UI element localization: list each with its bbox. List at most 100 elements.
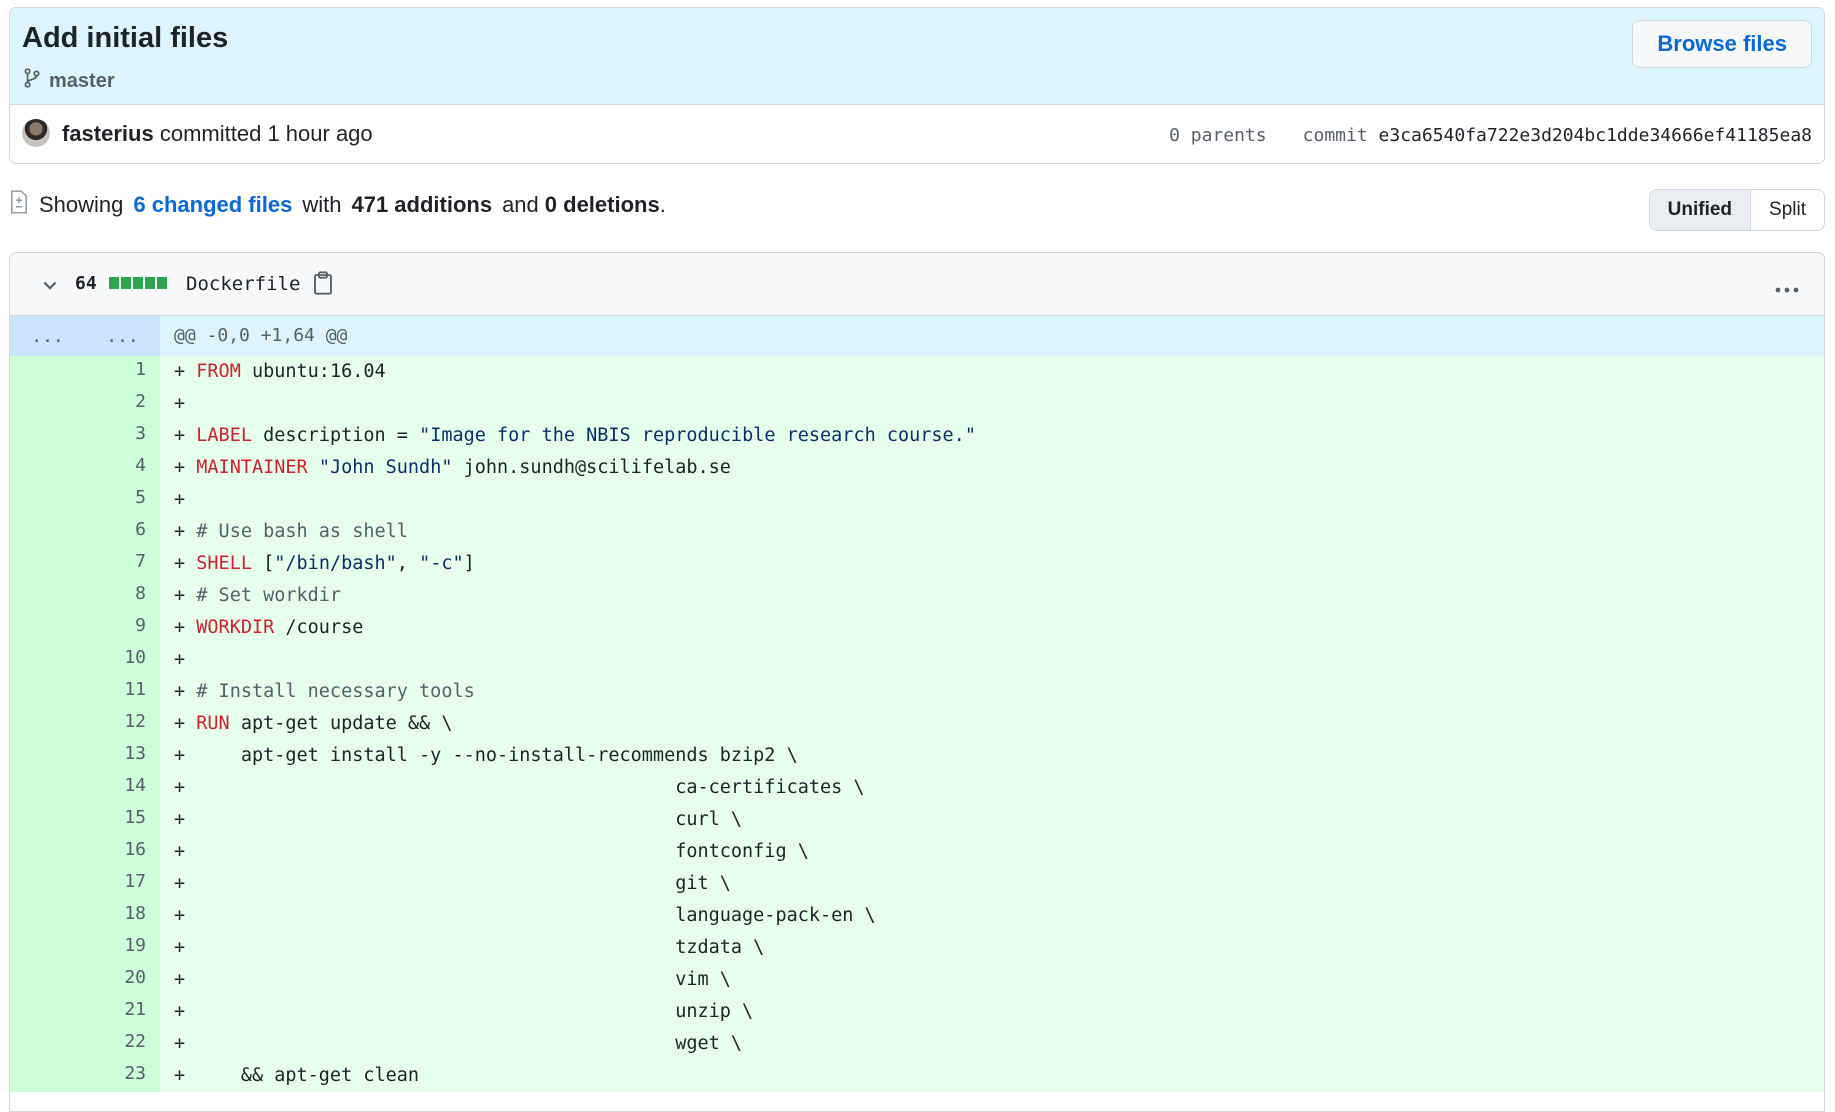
code-token: SHELL: [196, 553, 252, 574]
code-token: + wget \: [174, 1033, 743, 1054]
code-token: +: [174, 617, 197, 638]
new-line-number[interactable]: 4: [85, 452, 160, 484]
code-line: +: [160, 484, 1824, 516]
browse-files-button[interactable]: Browse files: [1632, 20, 1812, 68]
new-line-number[interactable]: 6: [85, 516, 160, 548]
new-line-number[interactable]: 23: [85, 1060, 160, 1092]
chevron-down-icon[interactable]: [40, 275, 60, 300]
summary-period: .: [659, 192, 666, 217]
old-line-number[interactable]: [10, 1060, 85, 1092]
new-line-number[interactable]: 9: [85, 612, 160, 644]
old-line-number[interactable]: [10, 356, 85, 388]
code-token: + language-pack-en \: [174, 905, 876, 926]
code-line: + curl \: [160, 804, 1824, 836]
new-line-number[interactable]: 18: [85, 900, 160, 932]
old-line-number[interactable]: [10, 516, 85, 548]
new-line-number[interactable]: 2: [85, 388, 160, 420]
old-line-number[interactable]: [10, 900, 85, 932]
new-line-number[interactable]: 14: [85, 772, 160, 804]
new-line-number[interactable]: 7: [85, 548, 160, 580]
new-line-number[interactable]: 15: [85, 804, 160, 836]
old-line-number[interactable]: [10, 740, 85, 772]
code-token: RUN: [196, 713, 230, 734]
code-token: # Install necessary tools: [196, 681, 475, 702]
old-line-number[interactable]: [10, 676, 85, 708]
commit-action: committed: [159, 121, 262, 146]
new-line-number[interactable]: 21: [85, 996, 160, 1028]
code-token: + tzdata \: [174, 937, 765, 958]
diff-line: 13 + apt-get install -y --no-install-reco…: [10, 740, 1824, 772]
old-line-number[interactable]: [10, 836, 85, 868]
diff-line: 15 + curl \: [10, 804, 1824, 836]
diff-line: 23 + && apt-get clean: [10, 1060, 1824, 1092]
new-line-number[interactable]: 22: [85, 1028, 160, 1060]
code-token: "-c": [419, 553, 464, 574]
code-line: + ca-certificates \: [160, 772, 1824, 804]
code-token: ,: [396, 553, 420, 574]
new-line-number[interactable]: 10: [85, 644, 160, 676]
diff-line: 12 + RUN apt-get update && \: [10, 708, 1824, 740]
code-line: + wget \: [160, 1028, 1824, 1060]
diff-line: 16 + fontconfig \: [10, 836, 1824, 868]
old-line-number[interactable]: [10, 484, 85, 516]
old-line-number[interactable]: [10, 644, 85, 676]
code-line: + unzip \: [160, 996, 1824, 1028]
new-line-number[interactable]: 20: [85, 964, 160, 996]
new-line-number[interactable]: 3: [85, 420, 160, 452]
code-line: +: [160, 644, 1824, 676]
old-line-number[interactable]: [10, 996, 85, 1028]
code-token: "/bin/bash": [274, 553, 397, 574]
code-token: + ca-certificates \: [174, 777, 865, 798]
file-name[interactable]: Dockerfile: [186, 273, 300, 295]
old-line-number[interactable]: [10, 964, 85, 996]
code-token: +: [174, 425, 197, 446]
author-link[interactable]: fasterius: [62, 121, 154, 146]
old-line-number[interactable]: [10, 580, 85, 612]
new-line-number[interactable]: 17: [85, 868, 160, 900]
old-line-number[interactable]: [10, 932, 85, 964]
old-line-number[interactable]: [10, 388, 85, 420]
old-line-number[interactable]: [10, 772, 85, 804]
old-line-number[interactable]: [10, 708, 85, 740]
new-line-number[interactable]: 19: [85, 932, 160, 964]
new-line-number[interactable]: 12: [85, 708, 160, 740]
code-token: +: [174, 393, 186, 414]
old-line-number[interactable]: [10, 868, 85, 900]
expand-new-button[interactable]: ...: [85, 326, 160, 347]
kebab-horizontal-icon[interactable]: [1774, 281, 1800, 299]
diff-line: 20 + vim \: [10, 964, 1824, 996]
diff-line: 21 + unzip \: [10, 996, 1824, 1028]
old-line-number[interactable]: [10, 548, 85, 580]
commit-meta: 0 parents commit e3ca6540fa722e3d204bc1d…: [1169, 125, 1812, 146]
code-token: # Set workdir: [196, 585, 342, 606]
file-diff: 64 Dockerfile ... ... @@ -0,0 +1,64 @@ 1…: [9, 252, 1825, 1112]
code-line: + fontconfig \: [160, 836, 1824, 868]
code-token: + && apt-get clean: [174, 1065, 420, 1086]
old-line-number[interactable]: [10, 452, 85, 484]
code-token: apt-get update && \: [229, 713, 453, 734]
new-line-number[interactable]: 8: [85, 580, 160, 612]
unified-view-button[interactable]: Unified: [1649, 190, 1752, 230]
diff-lines: 1 + FROM ubuntu:16.04 2 +3 + LABEL descripti…: [10, 356, 1824, 1092]
clipboard-icon[interactable]: [312, 271, 334, 300]
new-line-number[interactable]: 1: [85, 356, 160, 388]
old-line-number[interactable]: [10, 1028, 85, 1060]
old-line-number[interactable]: [10, 804, 85, 836]
new-line-number[interactable]: 16: [85, 836, 160, 868]
diff-line: 17 + git \: [10, 868, 1824, 900]
summary-and: and: [502, 192, 539, 217]
new-line-number[interactable]: 11: [85, 676, 160, 708]
code-line: + # Set workdir: [160, 580, 1824, 612]
split-view-button[interactable]: Split: [1751, 190, 1824, 230]
old-line-number[interactable]: [10, 612, 85, 644]
code-line: +: [160, 388, 1824, 420]
changed-files-link[interactable]: 6 changed files: [133, 192, 292, 218]
expand-old-button[interactable]: ...: [10, 326, 85, 347]
old-line-number[interactable]: [10, 420, 85, 452]
new-line-number[interactable]: 13: [85, 740, 160, 772]
branch-container: master: [23, 68, 115, 94]
avatar[interactable]: [22, 119, 50, 147]
new-line-number[interactable]: 5: [85, 484, 160, 516]
branch-name[interactable]: master: [49, 70, 115, 93]
file-change-count: 64: [75, 273, 97, 294]
